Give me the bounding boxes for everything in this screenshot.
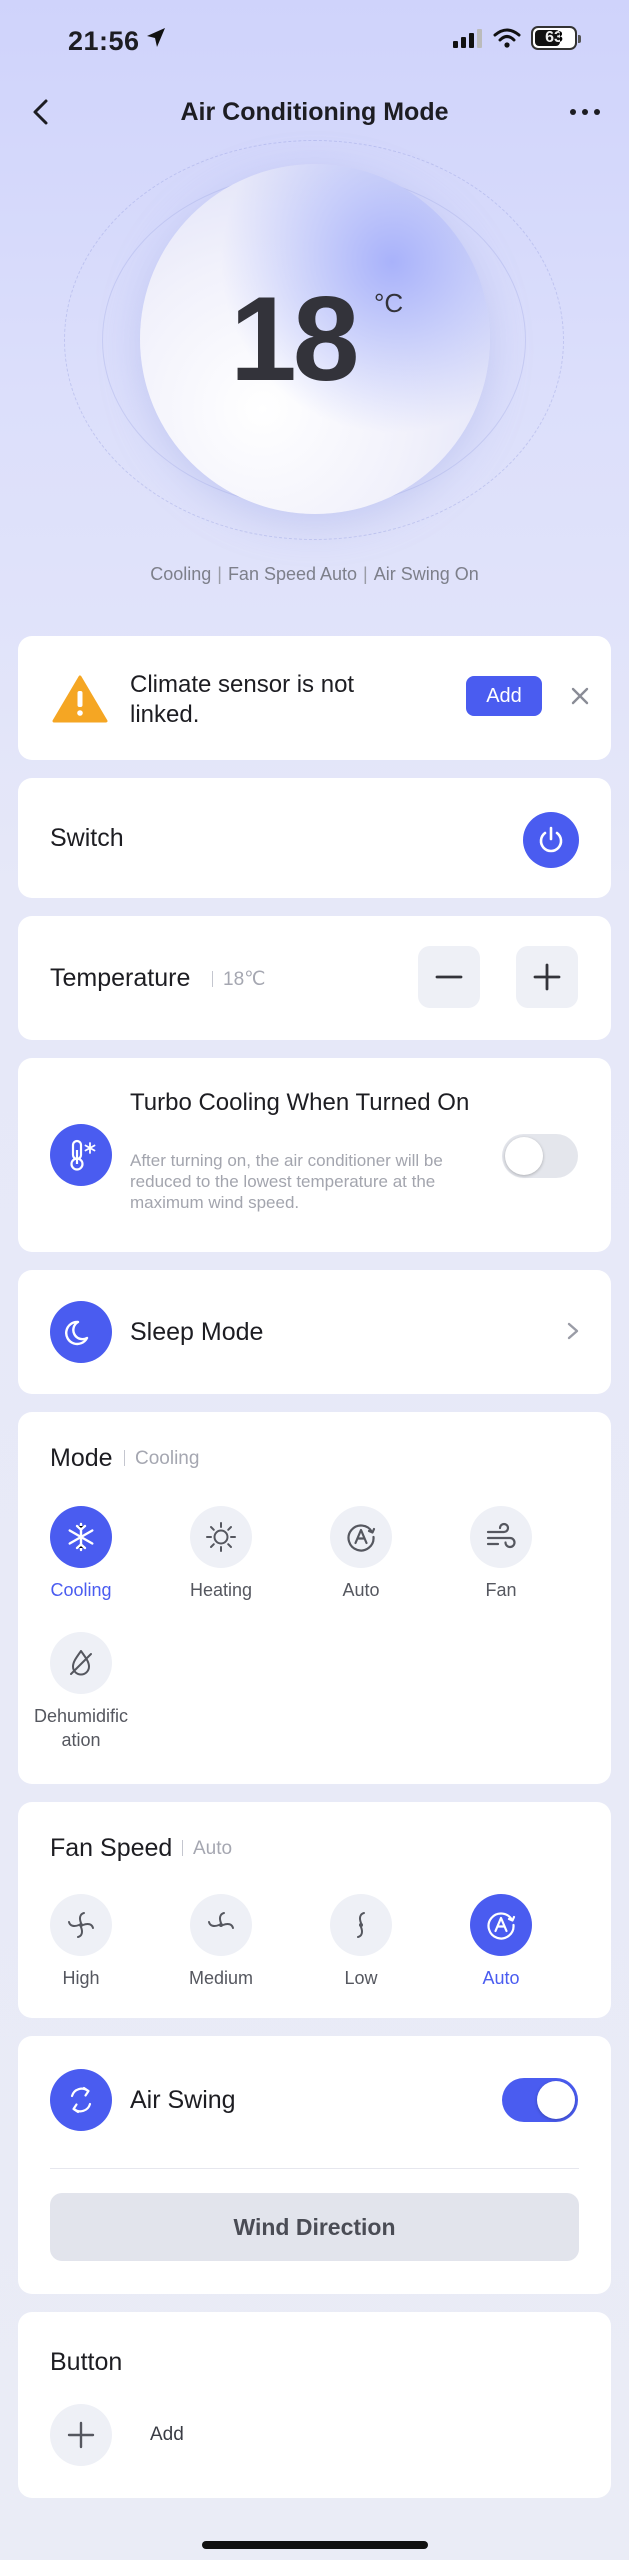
power-button[interactable]	[523, 812, 579, 868]
button-section-title: Button	[50, 2348, 123, 2376]
fan-speed-current-value: Auto	[193, 1838, 233, 1859]
current-temperature: 18	[230, 272, 359, 406]
add-button-label[interactable]: Add	[150, 2424, 184, 2446]
fan-option-high[interactable]: High	[26, 1894, 136, 1990]
warning-icon	[52, 675, 108, 723]
air-swing-icon	[50, 2069, 112, 2131]
mode-option-label: Heating	[189, 1580, 253, 1600]
mode-option-dehumidification[interactable]: Dehumidific ation	[26, 1632, 136, 1752]
air-swing-label: Air Swing	[130, 2086, 236, 2114]
wind-direction-button[interactable]: Wind Direction	[50, 2193, 579, 2261]
close-icon[interactable]	[566, 682, 594, 710]
fan-speed-current: Auto	[182, 1838, 232, 1860]
auto-mode-icon	[330, 1506, 392, 1568]
turbo-cooling-toggle[interactable]	[502, 1134, 578, 1178]
sleep-mode-label: Sleep Mode	[130, 1318, 264, 1346]
fan-option-label: Low	[344, 1968, 378, 1988]
divider	[50, 2168, 579, 2169]
fan-low-icon	[330, 1894, 392, 1956]
status-fan-speed: Fan Speed Auto	[227, 564, 358, 584]
button-card: Button Add	[18, 2312, 611, 2498]
snowflake-icon	[50, 1506, 112, 1568]
temperature-setpoint: 18℃	[212, 968, 265, 991]
status-mode: Cooling	[150, 564, 212, 584]
location-arrow-icon	[147, 28, 165, 47]
turbo-cooling-card: Turbo Cooling When Turned On After turni…	[18, 1058, 611, 1252]
status-time: 21:56	[68, 26, 140, 56]
mode-title: Mode	[50, 1444, 113, 1472]
status-air-swing: Air Swing On	[373, 564, 479, 584]
mode-option-label: Dehumidific ation	[33, 1706, 129, 1750]
more-options-icon[interactable]	[565, 96, 605, 128]
mode-current-value: Cooling	[135, 1448, 200, 1469]
fan-speed-card: Fan Speed Auto High Medium Low Auto	[18, 1802, 611, 2018]
link-sensor-add-button[interactable]: Add	[466, 676, 542, 716]
increase-temperature-button[interactable]	[516, 946, 578, 1008]
droplet-off-icon	[50, 1632, 112, 1694]
fan-option-auto[interactable]: Auto	[446, 1894, 556, 1990]
chevron-right-icon	[567, 1322, 579, 1340]
wind-icon	[470, 1506, 532, 1568]
temperature-card: Temperature 18℃	[18, 916, 611, 1040]
status-bar: 21:56 63	[0, 0, 629, 80]
minus-icon	[435, 975, 463, 979]
alert-message: Climate sensor is not linked.	[130, 671, 355, 728]
plus-icon	[533, 963, 561, 991]
signal-icon	[453, 29, 482, 48]
fan-auto-icon	[470, 1894, 532, 1956]
status-summary: Cooling | Fan Speed Auto | Air Swing On	[0, 564, 629, 585]
sleep-mode-card[interactable]: Sleep Mode	[18, 1270, 611, 1394]
fan-option-low[interactable]: Low	[306, 1894, 416, 1990]
switch-label: Switch	[50, 824, 124, 852]
battery-icon: 63	[531, 26, 581, 50]
temperature-label: Temperature	[50, 964, 191, 992]
switch-card: Switch	[18, 778, 611, 898]
sensor-alert-card: Climate sensor is not linked. Add	[18, 636, 611, 760]
mode-current: Cooling	[124, 1448, 199, 1470]
plus-icon	[67, 2421, 95, 2449]
mode-option-label: Fan	[485, 1580, 517, 1600]
fan-high-icon	[50, 1894, 112, 1956]
page-title: Air Conditioning Mode	[180, 98, 449, 126]
temperature-hero: 18 °C	[0, 140, 629, 540]
wifi-icon	[493, 28, 521, 48]
fan-option-label: High	[62, 1968, 100, 1988]
air-swing-toggle[interactable]	[502, 2078, 578, 2122]
mode-option-label: Auto	[342, 1580, 380, 1600]
fan-medium-icon	[190, 1894, 252, 1956]
turbo-description: After turning on, the air conditioner wi…	[130, 1151, 443, 1212]
status-indicators: 63	[453, 26, 581, 50]
fan-option-medium[interactable]: Medium	[166, 1894, 276, 1990]
nav-bar: Air Conditioning Mode	[0, 86, 629, 138]
temperature-value: 18℃	[223, 969, 266, 990]
status-separator: |	[217, 564, 222, 584]
mode-option-label: Cooling	[50, 1580, 112, 1600]
mode-option-fan[interactable]: Fan	[446, 1506, 556, 1602]
fan-option-label: Medium	[188, 1968, 254, 1988]
air-swing-card: Air Swing Wind Direction	[18, 2036, 611, 2294]
mode-option-heating[interactable]: Heating	[166, 1506, 276, 1602]
battery-level: 63	[545, 29, 563, 46]
mode-option-auto[interactable]: Auto	[306, 1506, 416, 1602]
power-icon	[539, 826, 563, 853]
home-indicator	[202, 2541, 428, 2549]
thermometer-snow-icon	[50, 1124, 112, 1186]
fan-speed-title: Fan Speed	[50, 1834, 173, 1862]
decrease-temperature-button[interactable]	[418, 946, 480, 1008]
sun-icon	[190, 1506, 252, 1568]
add-button[interactable]	[50, 2404, 112, 2466]
temperature-unit: °C	[374, 288, 404, 318]
mode-card: Mode Cooling Cooling Heating Auto Fan De…	[18, 1412, 611, 1784]
moon-icon	[50, 1301, 112, 1363]
turbo-title: Turbo Cooling When Turned On	[130, 1089, 470, 1116]
mode-option-cooling[interactable]: Cooling	[26, 1506, 136, 1602]
status-separator: |	[363, 564, 368, 584]
fan-option-label: Auto	[482, 1968, 520, 1988]
